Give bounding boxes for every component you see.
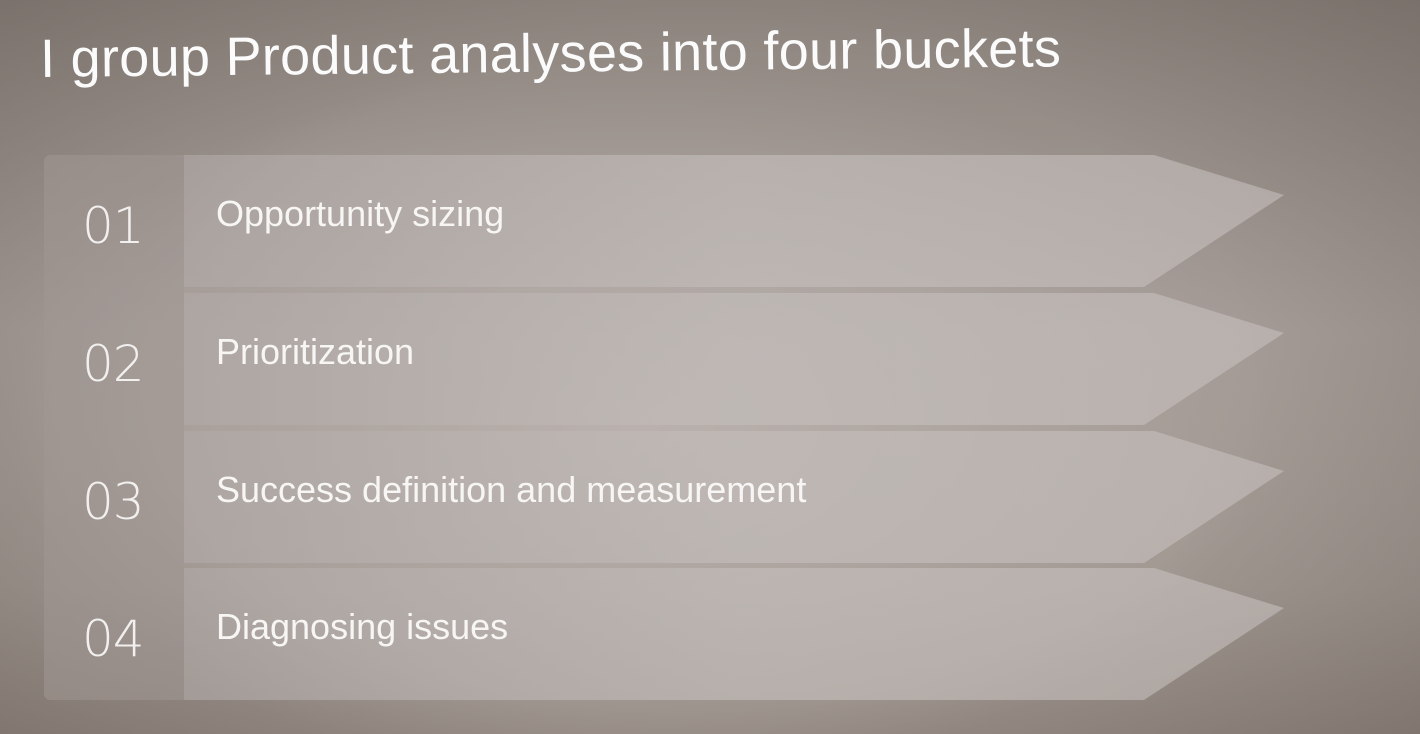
- bucket-label: Prioritization: [216, 331, 415, 372]
- bucket-number: 04: [82, 610, 145, 668]
- bucket-label: Success definition and measurement: [216, 469, 807, 510]
- bucket-item-prioritization: 02 Prioritization: [44, 293, 1284, 425]
- bucket-number: 02: [82, 335, 145, 393]
- bucket-item-opportunity-sizing: 01 Opportunity sizing: [44, 155, 1284, 287]
- bucket-label: Opportunity sizing: [216, 193, 505, 234]
- buckets-panel: 01 Opportunity sizing 02 Prioritization …: [44, 155, 1284, 700]
- presentation-slide: I group Product analyses into four bucke…: [0, 0, 1420, 734]
- bucket-item-success-definition: 03 Success definition and measurement: [44, 431, 1284, 563]
- bucket-label: Diagnosing issues: [216, 606, 509, 647]
- bucket-number: 01: [82, 197, 145, 255]
- bucket-number: 03: [82, 473, 145, 531]
- bucket-item-diagnosing-issues: 04 Diagnosing issues: [44, 568, 1284, 700]
- bucket-list: 01 Opportunity sizing 02 Prioritization …: [44, 155, 1284, 700]
- slide-title: I group Product analyses into four bucke…: [39, 18, 1062, 89]
